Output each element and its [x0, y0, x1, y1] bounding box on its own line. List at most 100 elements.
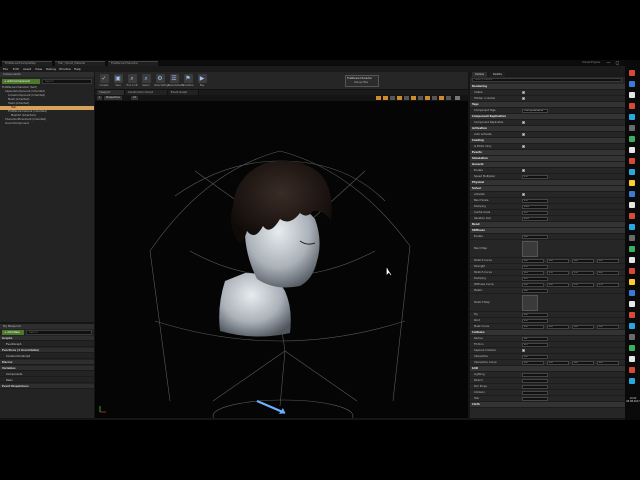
- curve-value-field[interactable]: 0.0: [597, 361, 619, 365]
- snap-toggle-8[interactable]: [425, 96, 430, 100]
- taskbar-app-icon[interactable]: [629, 323, 635, 329]
- snap-toggle-7[interactable]: [418, 96, 423, 100]
- components-search-input[interactable]: Search: [42, 79, 92, 84]
- snap-toggle-5[interactable]: [404, 96, 409, 100]
- taskbar-app-icon[interactable]: [629, 268, 635, 274]
- blueprint-search-input[interactable]: Search: [26, 330, 92, 335]
- snap-toggle-4[interactable]: [397, 96, 402, 100]
- viewport-maximize-icon[interactable]: [455, 96, 460, 100]
- play-button[interactable]: ▶ Play: [196, 73, 208, 89]
- save-button[interactable]: ▣ Save: [112, 73, 124, 89]
- taskbar-app-icon[interactable]: [629, 81, 635, 87]
- add-component-button[interactable]: + Add Component: [2, 79, 40, 84]
- property-value-field[interactable]: 1.0: [522, 175, 548, 179]
- curve-value-field[interactable]: 0.0: [522, 259, 544, 263]
- curve-value-field[interactable]: 0.0: [572, 361, 594, 365]
- taskbar-app-icon[interactable]: [629, 103, 635, 109]
- taskbar-app-icon[interactable]: [629, 257, 635, 263]
- curve-value-field[interactable]: 0.0: [547, 259, 569, 263]
- taskbar-app-icon[interactable]: [629, 345, 635, 351]
- property-value-field[interactable]: [522, 379, 548, 383]
- class-settings-button[interactable]: ⚙ Class Settings: [154, 73, 169, 89]
- property-value-field[interactable]: [522, 397, 548, 401]
- snap-toggle-2[interactable]: [383, 96, 388, 100]
- property-value-field[interactable]: 0.5: [522, 277, 548, 281]
- taskbar-app-icon[interactable]: [629, 279, 635, 285]
- curve-value-field[interactable]: 0.0: [547, 325, 569, 329]
- property-value-field[interactable]: 0.5: [522, 343, 548, 347]
- property-value-field[interactable]: 0 Array elements: [522, 109, 548, 113]
- taskbar-app-icon[interactable]: [629, 378, 635, 384]
- curve-value-field[interactable]: 0.0: [572, 259, 594, 263]
- property-value-field[interactable]: 1.0: [522, 199, 548, 203]
- search-button[interactable]: ⌕ Search: [140, 73, 152, 89]
- blueprint-section-item[interactable]: ConstructionScript: [0, 354, 94, 359]
- curve-value-field[interactable]: 0.0: [572, 325, 594, 329]
- property-value-field[interactable]: 0.1: [522, 337, 548, 341]
- property-checkbox[interactable]: [522, 193, 525, 196]
- curve-value-field[interactable]: 0.0: [522, 325, 544, 329]
- taskbar-app-icon[interactable]: [629, 70, 635, 76]
- property-value-field[interactable]: 0.0: [522, 355, 548, 359]
- taskbar-app-icon[interactable]: [629, 290, 635, 296]
- curve-value-field[interactable]: 0.0: [597, 325, 619, 329]
- tab-details[interactable]: Details: [472, 72, 487, 77]
- property-value-field[interactable]: [522, 373, 548, 377]
- taskbar-app-icon[interactable]: [629, 334, 635, 340]
- taskbar-app-icon[interactable]: [629, 191, 635, 197]
- tab-palette[interactable]: Palette: [490, 72, 505, 77]
- curve-value-field[interactable]: 1.0: [572, 271, 594, 275]
- 3d-viewport[interactable]: [95, 101, 468, 418]
- compile-button[interactable]: ✓ Compile: [98, 73, 110, 89]
- property-value-field[interactable]: 1.0: [522, 265, 548, 269]
- taskbar-app-icon[interactable]: [629, 235, 635, 241]
- property-checkbox[interactable]: [522, 349, 525, 352]
- snap-toggle-1[interactable]: [376, 96, 381, 100]
- property-value-field[interactable]: 0.5: [522, 211, 548, 215]
- curve-value-field[interactable]: 0.0: [522, 283, 544, 287]
- taskbar-app-icon[interactable]: [629, 169, 635, 175]
- property-value-field[interactable]: 0.0: [522, 313, 548, 317]
- taskbar-app-icon[interactable]: [629, 180, 635, 186]
- property-checkbox[interactable]: [522, 169, 525, 172]
- property-checkbox[interactable]: [522, 91, 525, 94]
- property-value-field[interactable]: 0.4: [522, 235, 548, 239]
- curve-value-field[interactable]: 1.0: [572, 283, 594, 287]
- add-new-button[interactable]: + Add New: [2, 330, 24, 335]
- taskbar-app-icon[interactable]: [629, 213, 635, 219]
- blueprint-section-header[interactable]: Macros: [0, 360, 94, 365]
- property-value-field[interactable]: [522, 385, 548, 389]
- taskbar-app-icon[interactable]: [629, 367, 635, 373]
- blueprint-section-header[interactable]: Graphs: [0, 336, 94, 341]
- curve-value-field[interactable]: 0.0: [597, 271, 619, 275]
- curve-value-field[interactable]: 0.0: [547, 361, 569, 365]
- taskbar-app-icon[interactable]: [629, 136, 635, 142]
- curve-value-field[interactable]: 0.0: [522, 271, 544, 275]
- snap-toggle-9[interactable]: [432, 96, 437, 100]
- find-in-cb-button[interactable]: ⌕ Find in CB: [126, 73, 138, 89]
- property-checkbox[interactable]: [522, 121, 525, 124]
- property-checkbox[interactable]: [522, 97, 525, 100]
- property-value-field[interactable]: 0.05: [522, 205, 548, 209]
- curve-value-field[interactable]: 0.0: [597, 259, 619, 263]
- snap-toggle-3[interactable]: [390, 96, 395, 100]
- property-value-field[interactable]: 20.0: [522, 217, 548, 221]
- curve-value-field[interactable]: 1.0: [597, 283, 619, 287]
- details-search-input[interactable]: Search Details: [472, 78, 622, 82]
- snap-toggle-10[interactable]: [439, 96, 444, 100]
- property-checkbox[interactable]: [522, 133, 525, 136]
- taskbar-app-icon[interactable]: [629, 92, 635, 98]
- simulation-button[interactable]: ⚑ Simulation: [182, 73, 194, 89]
- blueprint-section-item[interactable]: Components: [0, 372, 94, 377]
- snap-toggle-6[interactable]: [411, 96, 416, 100]
- debug-object-selector[interactable]: FirstPersonCharacter Debug Filter: [345, 75, 379, 87]
- curve-value-field[interactable]: 0.0: [547, 283, 569, 287]
- lit-button[interactable]: Lit: [131, 96, 138, 100]
- taskbar-app-icon[interactable]: [629, 312, 635, 318]
- taskbar-app-icon[interactable]: [629, 202, 635, 208]
- taskbar-app-icon[interactable]: [629, 301, 635, 307]
- curve-value-field[interactable]: 1.0: [547, 271, 569, 275]
- property-value-field[interactable]: 0.0: [522, 289, 548, 293]
- snap-toggle-11[interactable]: [446, 96, 451, 100]
- property-value-field[interactable]: [522, 391, 548, 395]
